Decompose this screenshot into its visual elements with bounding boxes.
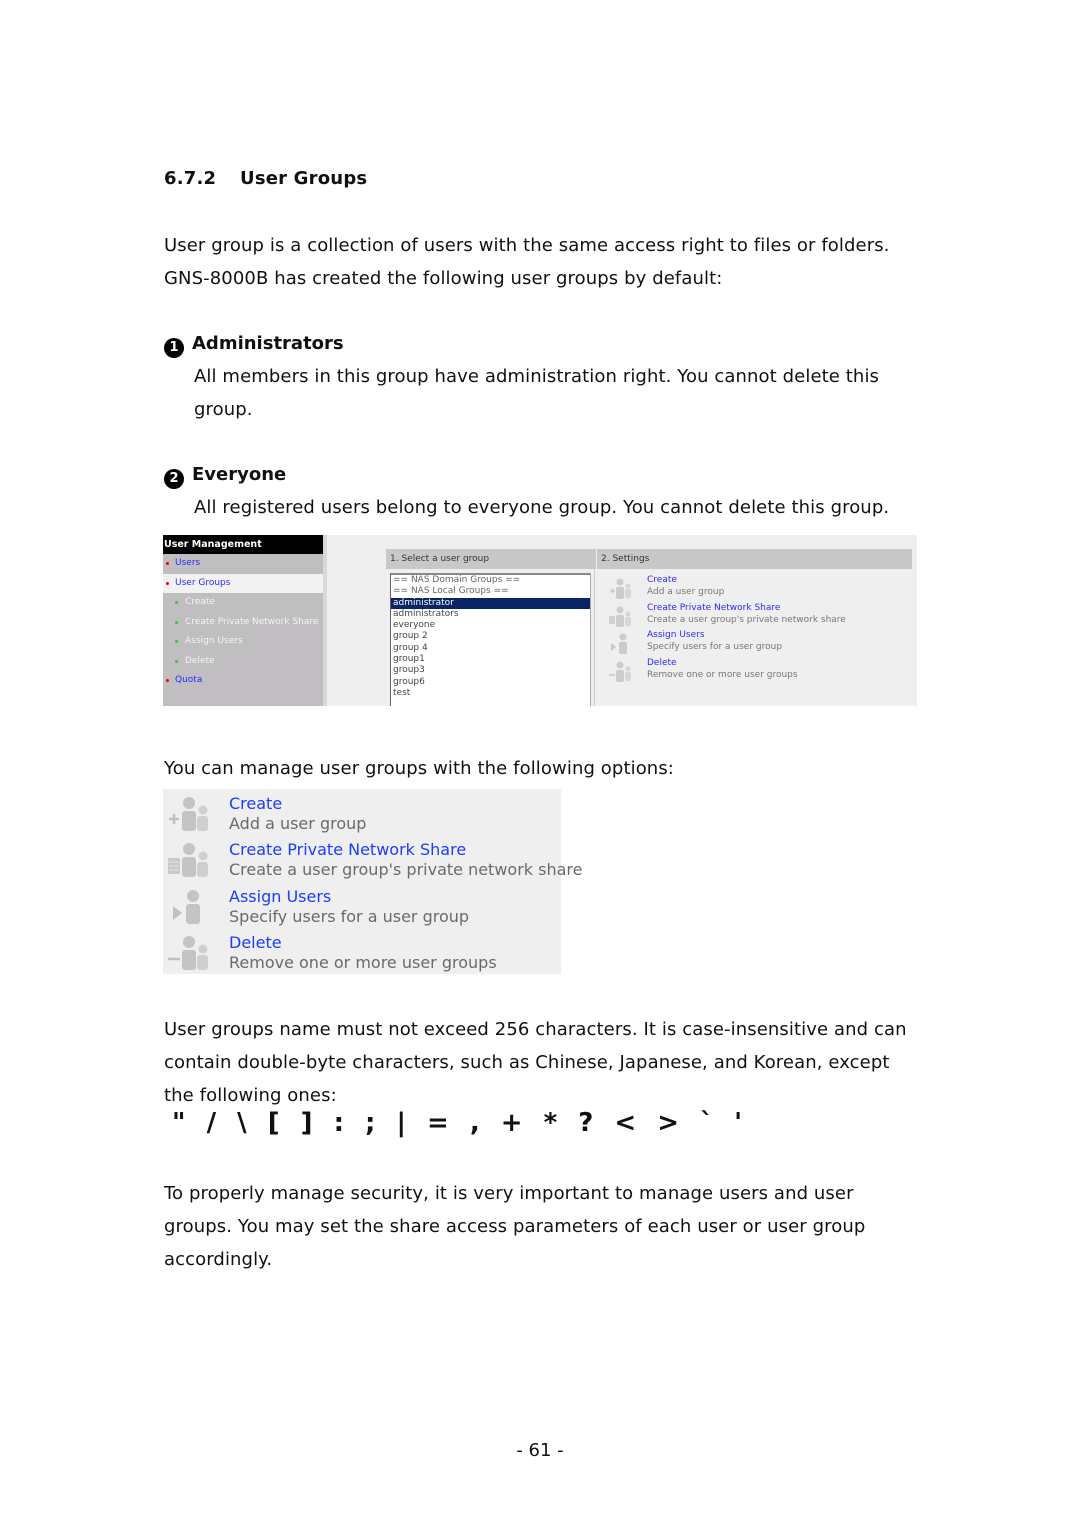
- group-desc-administrators: All members in this group have administr…: [194, 360, 924, 426]
- number-marker-icon: 2: [164, 469, 184, 489]
- naming-rule-line: contain double-byte characters, such as …: [164, 1052, 890, 1073]
- sidebar-item-quota[interactable]: Quota: [163, 671, 323, 691]
- user-group-listbox[interactable]: == NAS Domain Groups == == NAS Local Gro…: [390, 573, 591, 706]
- section-number: 6.7.2: [164, 168, 217, 189]
- add-group-icon: [169, 797, 208, 831]
- list-item-local-groups-header: == NAS Local Groups ==: [393, 586, 509, 597]
- setting-desc: Create a user group's private network sh…: [647, 614, 846, 625]
- assign-user-icon: [173, 889, 200, 924]
- sidebar-divider: [323, 535, 327, 706]
- option-assign-users[interactable]: Assign Users Specify users for a user gr…: [163, 882, 561, 928]
- list-item-group[interactable]: administrator: [391, 597, 590, 609]
- list-item-group[interactable]: group 4: [391, 643, 590, 654]
- add-group-icon: [610, 578, 631, 599]
- option-create[interactable]: Create Add a user group: [163, 789, 561, 835]
- list-item-domain-groups-header: == NAS Domain Groups ==: [393, 575, 521, 585]
- option-desc: Specify users for a user group: [229, 906, 470, 926]
- sidebar-subitem-delete[interactable]: Delete: [163, 652, 323, 672]
- list-item-group[interactable]: everyone: [391, 620, 590, 631]
- naming-rule-paragraph: User groups name must not exceed 256 cha…: [164, 1013, 924, 1112]
- setting-desc: Add a user group: [647, 587, 725, 597]
- list-item-group[interactable]: administrators: [391, 609, 590, 620]
- list-item-group[interactable]: group 2: [391, 631, 590, 642]
- sidebar-item-user-groups[interactable]: User Groups: [163, 573, 323, 593]
- group-name: Administrators: [192, 333, 344, 354]
- option-desc: Remove one or more user groups: [229, 952, 497, 972]
- share-group-icon: [168, 843, 208, 878]
- group-heading-everyone: 2 Everyone: [164, 464, 286, 489]
- option-title[interactable]: Assign Users: [229, 887, 331, 906]
- intro-line-2: GNS-8000B has created the following user…: [164, 268, 723, 289]
- list-item-group[interactable]: group6: [391, 677, 590, 688]
- panel-header-settings: 2. Settings: [597, 549, 912, 569]
- options-intro: You can manage user groups with the foll…: [164, 758, 674, 779]
- sidebar-subitem-create-private-share[interactable]: Create Private Network Share: [163, 613, 323, 633]
- group-desc-everyone: All registered users belong to everyone …: [194, 491, 924, 524]
- setting-title[interactable]: Assign Users: [647, 630, 705, 640]
- page-number: - 61 -: [516, 1440, 564, 1461]
- sidebar-subitem-create[interactable]: Create: [163, 593, 323, 613]
- intro-paragraph: User group is a collection of users with…: [164, 229, 924, 295]
- option-title[interactable]: Create: [229, 794, 282, 813]
- sidebar-item-users[interactable]: Users: [163, 554, 323, 574]
- setting-title[interactable]: Create: [647, 575, 677, 585]
- section-title: User Groups: [240, 168, 368, 189]
- user-management-sidebar: User Management Users User Groups Create…: [163, 535, 323, 706]
- closing-line: accordingly.: [164, 1249, 273, 1270]
- user-management-screenshot: User Management Users User Groups Create…: [163, 535, 917, 706]
- number-marker-icon: 1: [164, 338, 184, 358]
- setting-title[interactable]: Create Private Network Share: [647, 603, 780, 613]
- intro-line-1: User group is a collection of users with…: [164, 235, 890, 256]
- naming-rule-line: User groups name must not exceed 256 cha…: [164, 1019, 907, 1040]
- desc-line: All registered users belong to everyone …: [194, 497, 890, 518]
- list-item-group[interactable]: group1: [391, 654, 590, 665]
- option-desc: Create a user group's private network sh…: [229, 860, 583, 880]
- assign-user-icon: [611, 633, 627, 654]
- option-delete[interactable]: Delete Remove one or more user groups: [163, 928, 561, 974]
- group-heading-administrators: 1 Administrators: [164, 333, 344, 358]
- setting-desc: Specify users for a user group: [647, 642, 783, 652]
- sidebar-subitem-assign-users[interactable]: Assign Users: [163, 632, 323, 652]
- option-create-private-share[interactable]: Create Private Network Share Create a us…: [163, 835, 582, 881]
- desc-line: group.: [194, 399, 253, 420]
- panel-divider: [594, 569, 595, 706]
- list-item-group[interactable]: test: [391, 688, 590, 699]
- forbidden-characters: " / \ [ ] : ; | = , + * ? < > ` ': [172, 1108, 745, 1138]
- setting-desc: Remove one or more user groups: [647, 669, 798, 680]
- option-desc: Add a user group: [229, 814, 367, 833]
- delete-group-icon: [168, 935, 208, 970]
- share-group-icon: [609, 606, 631, 627]
- desc-line: All members in this group have administr…: [194, 366, 880, 387]
- panel-header-select-group: 1. Select a user group: [386, 549, 596, 569]
- delete-group-icon: [609, 661, 631, 682]
- option-title[interactable]: Delete: [229, 933, 282, 952]
- closing-paragraph: To properly manage security, it is very …: [164, 1177, 924, 1276]
- group-name: Everyone: [192, 464, 287, 485]
- setting-title[interactable]: Delete: [647, 658, 677, 668]
- list-item-group[interactable]: group3: [391, 665, 590, 676]
- sidebar-title: User Management: [163, 535, 323, 554]
- section-heading: 6.7.2 User Groups: [164, 168, 367, 189]
- closing-line: groups. You may set the share access par…: [164, 1216, 866, 1237]
- option-title[interactable]: Create Private Network Share: [229, 840, 466, 859]
- closing-line: To properly manage security, it is very …: [164, 1183, 854, 1204]
- options-screenshot: Create Add a user group Create Private N…: [163, 789, 582, 974]
